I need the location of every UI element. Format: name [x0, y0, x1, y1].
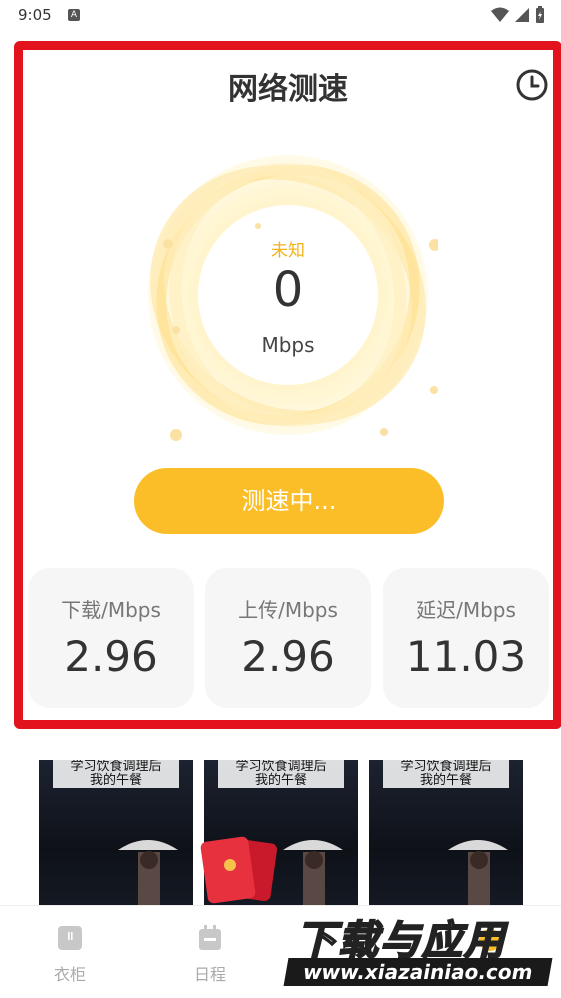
stat-label: 下载/Mbps [61, 598, 161, 622]
ad-tile[interactable]: 学习饮食调理后 我的午餐 [369, 760, 523, 910]
stat-card-download: 下载/Mbps 2.96 [28, 568, 194, 708]
status-icons [491, 6, 545, 24]
ad-caption: 学习饮食调理后 我的午餐 [383, 760, 509, 788]
gauge-status: 未知 [271, 241, 305, 261]
stat-label: 上传/Mbps [238, 598, 338, 622]
watermark-url: www.xiazainiao.com [283, 958, 553, 986]
stat-value: 11.03 [405, 632, 527, 681]
speedtest-card: 网络测速 未知 0 Mbps 测速中... 下载/Mbps 2.96 上传/Mb… [14, 41, 561, 729]
page-title: 网络测速 [228, 72, 348, 107]
ad-photo [118, 840, 178, 910]
wardrobe-icon [58, 926, 82, 950]
ad-caption: 学习饮食调理后 我的午餐 [218, 760, 344, 788]
ad-banner[interactable]: 学习饮食调理后 我的午餐 学习饮食调理后 我的午餐 学习饮食调理后 我的午餐 [39, 760, 523, 910]
tab-wardrobe[interactable]: 衣柜 [15, 906, 125, 998]
tab-schedule[interactable]: 日程 [155, 906, 265, 998]
notification-icon: A [68, 9, 80, 21]
ad-tile[interactable]: 学习饮食调理后 我的午餐 [39, 760, 193, 910]
status-bar: 9:05 A [0, 0, 561, 32]
tab-label: 日程 [193, 965, 226, 984]
gauge-speed-value: 0 [272, 262, 304, 318]
gauge-unit: Mbps [261, 333, 315, 357]
signal-icon [515, 8, 529, 22]
red-envelope-icon[interactable] [200, 835, 278, 905]
stat-value: 2.96 [241, 632, 335, 681]
ad-photo [448, 840, 508, 910]
calendar-icon [199, 925, 221, 950]
tab-label: 衣柜 [53, 965, 86, 984]
stat-card-upload: 上传/Mbps 2.96 [205, 568, 371, 708]
clock-icon[interactable] [515, 68, 549, 102]
stat-label: 延迟/Mbps [416, 598, 516, 622]
status-time: 9:05 [18, 6, 52, 24]
stat-card-latency: 延迟/Mbps 11.03 [383, 568, 549, 708]
ad-caption: 学习饮食调理后 我的午餐 [53, 760, 179, 788]
wifi-icon [491, 7, 509, 22]
speedtest-button[interactable]: 测速中... [134, 468, 444, 534]
ad-photo [283, 840, 343, 910]
watermark-logo: 下载与应用 www.xiazainiao.com [280, 900, 556, 992]
stat-value: 2.96 [64, 632, 158, 681]
battery-icon [536, 6, 544, 23]
stats-row: 下载/Mbps 2.96 上传/Mbps 2.96 延迟/Mbps 11.03 [23, 568, 553, 708]
